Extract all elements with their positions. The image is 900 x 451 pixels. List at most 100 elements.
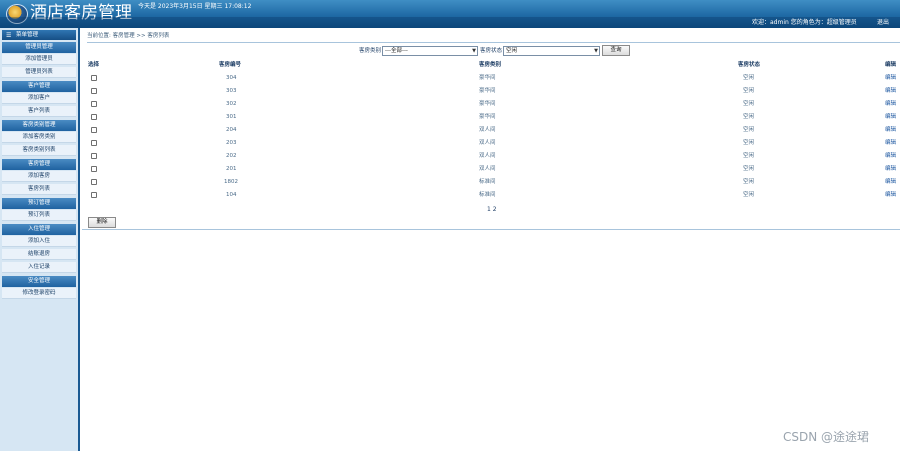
room-category: 双人间 xyxy=(479,140,496,146)
room-status: 空闲 xyxy=(743,88,755,94)
room-status: 空闲 xyxy=(743,127,755,133)
date-display: 今天是 2023年3月15日 星期三 17:08:12 xyxy=(138,3,252,10)
group-room[interactable]: 客房管理 xyxy=(2,159,76,170)
room-number: 203 xyxy=(226,140,237,146)
room-status: 空闲 xyxy=(743,114,755,120)
sidebar-item-checkout[interactable]: 结账退房 xyxy=(2,249,76,260)
sidebar-item-add-checkin[interactable]: 添加入住 xyxy=(2,236,76,247)
pagination[interactable]: 1 2 xyxy=(487,206,497,213)
sidebar-item-room-list[interactable]: 客房列表 xyxy=(2,184,76,195)
col-select: 选择 xyxy=(88,62,100,68)
menu-icon: ☰ xyxy=(6,32,12,39)
sidebar-item-admin-list[interactable]: 管理员列表 xyxy=(2,67,76,78)
room-number: 201 xyxy=(226,166,237,172)
category-label: 客房类别 xyxy=(359,48,382,54)
room-category: 豪华间 xyxy=(479,101,496,107)
room-category: 豪华间 xyxy=(479,114,496,120)
filter-bar: 客房类别 ---全部--- ▼ 客房状态 空闲 ▼ 查询 xyxy=(82,45,900,57)
sidebar-item-customer-list[interactable]: 客户列表 xyxy=(2,106,76,117)
chevron-down-icon: ▼ xyxy=(594,48,598,54)
table-row: 204 双人间 空闲 编辑 xyxy=(82,124,900,137)
table-row: 302 豪华间 空闲 编辑 xyxy=(82,98,900,111)
room-number: 202 xyxy=(226,153,237,159)
delete-button[interactable]: 删除 xyxy=(88,217,116,228)
room-category: 双人间 xyxy=(479,166,496,172)
content-divider xyxy=(82,229,900,230)
menu-title: ☰ 菜单管理 xyxy=(2,30,76,40)
col-room-category: 客房类别 xyxy=(479,62,502,68)
row-checkbox[interactable] xyxy=(91,140,97,146)
room-status: 空闲 xyxy=(743,75,755,81)
group-admin[interactable]: 管理员管理 xyxy=(2,42,76,53)
table-row: 1802 标准间 空闲 编辑 xyxy=(82,176,900,189)
group-booking[interactable]: 预订管理 xyxy=(2,198,76,209)
row-checkbox[interactable] xyxy=(91,127,97,133)
room-number: 304 xyxy=(226,75,237,81)
logout-link[interactable]: 退出 xyxy=(877,19,889,27)
edit-link[interactable]: 编辑 xyxy=(885,191,896,200)
row-checkbox[interactable] xyxy=(91,192,97,198)
sidebar-item-add-customer[interactable]: 添加客户 xyxy=(2,93,76,104)
sidebar: ☰ 菜单管理 管理员管理 添加管理员 管理员列表 客户管理 添加客户 客户列表 … xyxy=(0,28,80,451)
room-status: 空闲 xyxy=(743,153,755,159)
sidebar-item-checkin-records[interactable]: 入住记录 xyxy=(2,262,76,273)
table-header: 选择 客房编号 客房类别 客房状态 编辑 xyxy=(82,61,900,70)
sidebar-item-add-room[interactable]: 添加客房 xyxy=(2,171,76,182)
sidebar-item-add-room-category[interactable]: 添加客房类别 xyxy=(2,132,76,143)
room-status: 空闲 xyxy=(743,140,755,146)
room-category: 标准间 xyxy=(479,192,496,198)
row-checkbox[interactable] xyxy=(91,179,97,185)
search-button[interactable]: 查询 xyxy=(602,45,630,56)
edit-link[interactable]: 编辑 xyxy=(885,152,896,161)
col-edit: 编辑 xyxy=(885,62,897,68)
group-checkin[interactable]: 入住管理 xyxy=(2,224,76,235)
edit-link[interactable]: 编辑 xyxy=(885,113,896,122)
status-select[interactable]: 空闲 ▼ xyxy=(503,46,600,56)
status-label: 客房状态 xyxy=(480,48,503,54)
room-category: 双人间 xyxy=(479,153,496,159)
sidebar-item-room-category-list[interactable]: 客房类别列表 xyxy=(2,145,76,156)
user-info: 欢迎：admin 您的角色为：超级管理员 xyxy=(752,19,857,26)
breadcrumb-divider xyxy=(87,42,900,43)
category-select[interactable]: ---全部--- ▼ xyxy=(382,46,478,56)
group-security[interactable]: 安全管理 xyxy=(2,276,76,287)
table-row: 104 标准间 空闲 编辑 xyxy=(82,189,900,202)
table-row: 303 豪华间 空闲 编辑 xyxy=(82,85,900,98)
edit-link[interactable]: 编辑 xyxy=(885,178,896,187)
group-customer[interactable]: 客户管理 xyxy=(2,81,76,92)
sidebar-item-booking-list[interactable]: 预订列表 xyxy=(2,210,76,221)
edit-link[interactable]: 编辑 xyxy=(885,100,896,109)
chevron-down-icon: ▼ xyxy=(472,48,476,54)
top-header: 酒店客房管理 今天是 2023年3月15日 星期三 17:08:12 欢迎：ad… xyxy=(0,0,900,28)
status-select-value: 空闲 xyxy=(506,48,518,54)
row-checkbox[interactable] xyxy=(91,153,97,159)
table-row: 301 豪华间 空闲 编辑 xyxy=(82,111,900,124)
edit-link[interactable]: 编辑 xyxy=(885,139,896,148)
room-number: 204 xyxy=(226,127,237,133)
row-checkbox[interactable] xyxy=(91,101,97,107)
room-number: 1802 xyxy=(224,179,238,185)
room-number: 301 xyxy=(226,114,237,120)
room-status: 空闲 xyxy=(743,179,755,185)
edit-link[interactable]: 编辑 xyxy=(885,126,896,135)
edit-link[interactable]: 编辑 xyxy=(885,165,896,174)
menu-title-label: 菜单管理 xyxy=(16,32,39,38)
room-category: 豪华间 xyxy=(479,75,496,81)
edit-link[interactable]: 编辑 xyxy=(885,74,896,83)
edit-link[interactable]: 编辑 xyxy=(885,87,896,96)
row-checkbox[interactable] xyxy=(91,114,97,120)
sidebar-item-add-admin[interactable]: 添加管理员 xyxy=(2,54,76,65)
table-row: 202 双人间 空闲 编辑 xyxy=(82,150,900,163)
row-checkbox[interactable] xyxy=(91,88,97,94)
room-number: 302 xyxy=(226,101,237,107)
group-room-category[interactable]: 客房类别管理 xyxy=(2,120,76,131)
room-number: 303 xyxy=(226,88,237,94)
row-checkbox[interactable] xyxy=(91,75,97,81)
row-checkbox[interactable] xyxy=(91,166,97,172)
table-row: 201 双人间 空闲 编辑 xyxy=(82,163,900,176)
breadcrumb: 当前位置: 客房管理 >> 客房列表 xyxy=(87,33,170,39)
watermark: CSDN @途途珺 xyxy=(783,430,870,444)
sidebar-item-change-password[interactable]: 修改登录密码 xyxy=(2,288,76,299)
col-room-number: 客房编号 xyxy=(219,62,242,68)
table-row: 304 豪华间 空闲 编辑 xyxy=(82,72,900,85)
